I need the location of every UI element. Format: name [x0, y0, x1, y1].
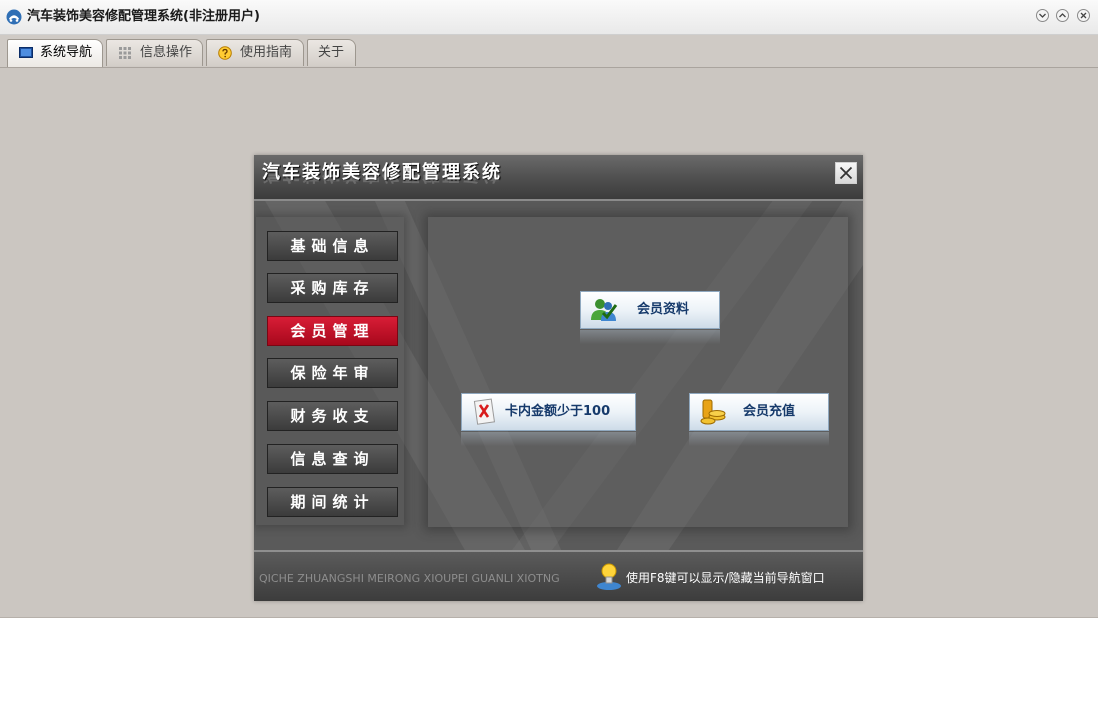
button-reflection: [689, 432, 829, 446]
help-icon: [218, 46, 232, 60]
grid-icon: [119, 47, 131, 59]
close-icon: [1080, 12, 1087, 19]
chevron-up-icon: [1059, 13, 1066, 18]
window-title-bar: 汽车装饰美容修配管理系统(非注册用户): [0, 0, 1098, 35]
member-recharge-label: 会员充值: [743, 404, 796, 419]
menu-item-finance[interactable]: 财务收支: [267, 401, 398, 431]
tab-label: 使用指南: [240, 45, 293, 60]
chevron-down-icon: [1039, 13, 1046, 18]
menu-item-insurance-inspection[interactable]: 保险年审: [267, 358, 398, 388]
button-reflection: [461, 432, 636, 446]
tab-label: 关于: [318, 45, 345, 60]
panel-header: 汽车装饰美容修配管理系统 汽车装饰美容修配管理系统: [254, 155, 863, 201]
footer-pinyin-text: QICHE ZHUANGSHI MEIRONG XIOUPEI GUANLI X…: [259, 572, 560, 585]
minimize-button[interactable]: [1036, 9, 1049, 22]
member-profile-icon: [591, 299, 618, 321]
tab-label: 系统导航: [40, 45, 93, 60]
maximize-button[interactable]: [1056, 9, 1069, 22]
panel-footer: QICHE ZHUANGSHI MEIRONG XIOUPEI GUANLI X…: [254, 550, 863, 601]
panel-title-reflection: 汽车装饰美容修配管理系统: [262, 174, 502, 184]
panel-close-button[interactable]: [835, 162, 857, 184]
low-balance-button[interactable]: 卡内金额少于100: [461, 393, 636, 431]
lightbulb-icon: [597, 563, 621, 590]
window-title: 汽车装饰美容修配管理系统(非注册用户): [27, 9, 260, 24]
monitor-icon: [19, 47, 33, 58]
card-warning-icon: [473, 398, 496, 425]
close-window-button[interactable]: [1077, 9, 1090, 22]
menu-list: 基础信息 采购库存 会员管理 保险年审 财务收支 信息查询 期间统计: [256, 217, 404, 525]
menu-item-member-management[interactable]: 会员管理: [267, 316, 398, 346]
member-info-label: 会员资料: [637, 302, 690, 317]
tab-system-navigation[interactable]: 系统导航: [7, 39, 103, 67]
menu-item-purchase-inventory[interactable]: 采购库存: [267, 273, 398, 303]
menu-item-period-statistics[interactable]: 期间统计: [267, 487, 398, 517]
close-icon: [839, 166, 853, 180]
content-area: 会员资料 卡内金额少于100 会员充值: [428, 217, 848, 527]
tab-label: 信息操作: [140, 45, 193, 60]
menu-item-basic-info[interactable]: 基础信息: [267, 231, 398, 261]
member-info-button[interactable]: 会员资料: [580, 291, 720, 329]
menu-item-info-query[interactable]: 信息查询: [267, 444, 398, 474]
tab-info-operations[interactable]: 信息操作: [106, 39, 203, 66]
tab-strip: 系统导航 信息操作 使用指南 关于: [0, 35, 1098, 68]
coins-icon: [700, 399, 726, 425]
navigation-panel: 汽车装饰美容修配管理系统 汽车装饰美容修配管理系统 基础信息 采购库存 会员管理…: [254, 155, 863, 601]
button-reflection: [580, 330, 720, 344]
tab-about[interactable]: 关于: [307, 39, 356, 66]
footer-tip-text: 使用F8键可以显示/隐藏当前导航窗口: [626, 571, 825, 585]
member-recharge-button[interactable]: 会员充值: [689, 393, 829, 431]
car-logo-icon: [6, 9, 22, 25]
tab-user-guide[interactable]: 使用指南: [206, 39, 304, 66]
low-balance-label: 卡内金额少于100: [505, 404, 611, 419]
